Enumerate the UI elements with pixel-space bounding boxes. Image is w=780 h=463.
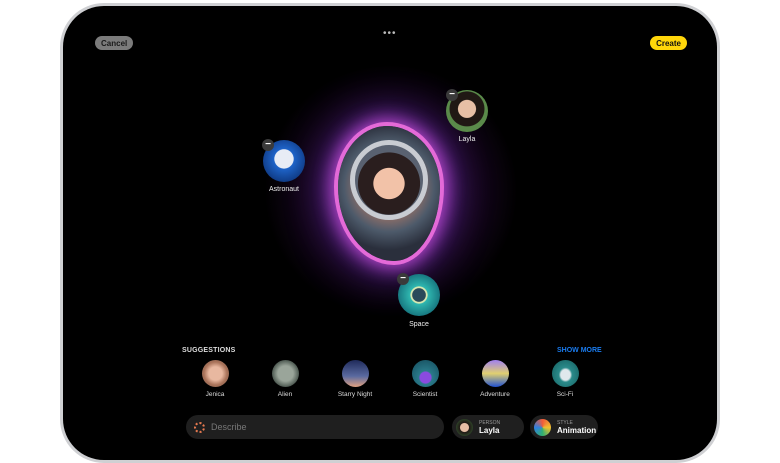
describe-field[interactable] bbox=[186, 415, 444, 439]
describe-input[interactable] bbox=[211, 422, 411, 432]
bubble-label-layla: Layla bbox=[458, 136, 476, 143]
alien-icon bbox=[271, 360, 299, 387]
person-value: Layla bbox=[479, 425, 500, 435]
ipad-frame: Cancel ••• Create − Astronaut − Layla − … bbox=[60, 3, 720, 463]
suggestion-scientist[interactable]: Scientist bbox=[395, 360, 455, 398]
suggestion-adventure[interactable]: Adventure bbox=[465, 360, 525, 398]
suggestion-alien[interactable]: Alien bbox=[255, 360, 315, 398]
create-button[interactable]: Create bbox=[650, 36, 687, 50]
suggestion-label: Adventure bbox=[480, 391, 510, 398]
suggestion-label: Scientist bbox=[412, 391, 438, 398]
starry-night-icon bbox=[341, 360, 369, 387]
suggestion-sci-fi[interactable]: Sci-Fi bbox=[535, 360, 595, 398]
ufo-icon bbox=[551, 360, 579, 387]
bubble-label-space: Space bbox=[409, 321, 429, 328]
bubble-label-astronaut: Astronaut bbox=[269, 186, 299, 193]
suggestion-starry-night[interactable]: Starry Night bbox=[325, 360, 385, 398]
style-icon bbox=[534, 418, 551, 436]
suggestion-label: Jenica bbox=[205, 391, 225, 398]
suggestion-jenica[interactable]: Jenica bbox=[185, 360, 245, 398]
suggestion-label: Alien bbox=[277, 391, 293, 398]
map-icon bbox=[481, 360, 509, 387]
remove-layla-icon[interactable]: − bbox=[446, 89, 458, 101]
cancel-button[interactable]: Cancel bbox=[95, 36, 134, 50]
suggestions-title: SUGGESTIONS bbox=[182, 347, 236, 354]
person-selector[interactable]: PERSON Layla bbox=[452, 415, 524, 439]
person-photo bbox=[201, 360, 229, 387]
astronaut-avatar bbox=[350, 140, 428, 220]
more-dots-icon[interactable]: ••• bbox=[383, 28, 397, 39]
show-more-link[interactable]: SHOW MORE bbox=[557, 347, 602, 354]
style-selector[interactable]: STYLE Animation bbox=[530, 415, 598, 439]
person-avatar bbox=[456, 418, 473, 436]
remove-space-icon[interactable]: − bbox=[397, 273, 409, 285]
suggestion-label: Starry Night bbox=[337, 391, 373, 398]
flask-icon bbox=[411, 360, 439, 387]
style-value: Animation bbox=[557, 425, 597, 435]
screen: Cancel ••• Create − Astronaut − Layla − … bbox=[63, 6, 717, 460]
image-playground-icon bbox=[194, 421, 205, 433]
person-key: PERSON bbox=[479, 419, 501, 426]
suggestion-label: Sci-Fi bbox=[556, 391, 574, 398]
remove-astronaut-icon[interactable]: − bbox=[262, 139, 274, 151]
